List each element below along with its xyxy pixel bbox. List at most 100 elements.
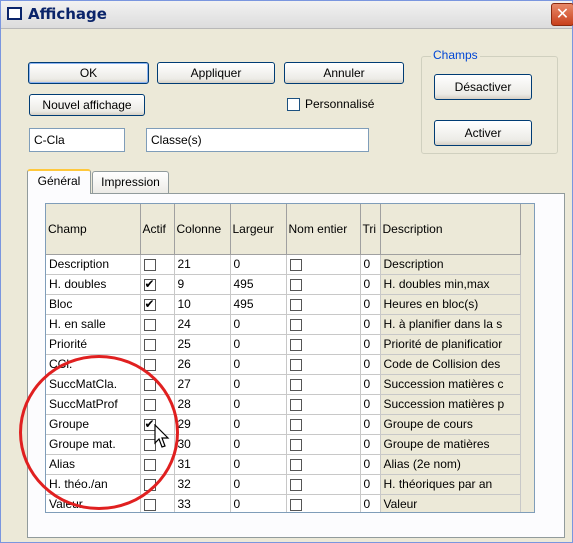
new-view-button[interactable]: Nouvel affichage (29, 94, 145, 116)
cell-colonne[interactable]: 21 (174, 254, 231, 275)
cell-champ[interactable]: Priorité (46, 334, 141, 355)
table-row[interactable]: CCl. 26 0 0 Code de Collision des (46, 354, 521, 375)
cell-colonne[interactable]: 27 (174, 374, 231, 395)
cell-champ[interactable]: Description (46, 254, 141, 275)
table-row[interactable]: Valeur 33 0 0 Valeur (46, 494, 521, 512)
nom-entier-checkbox[interactable] (289, 418, 302, 431)
cell-champ[interactable]: Valeur (46, 494, 141, 512)
personalized-checkbox[interactable] (287, 98, 300, 111)
tab-impression[interactable]: Impression (92, 171, 169, 193)
column-header-description[interactable]: Description (380, 204, 521, 255)
cell-tri[interactable]: 0 (360, 314, 381, 335)
cell-colonne[interactable]: 10 (174, 294, 231, 315)
nom-entier-checkbox[interactable] (289, 478, 302, 491)
cell-champ[interactable]: Bloc (46, 294, 141, 315)
cell-largeur[interactable]: 0 (230, 434, 287, 455)
cell-tri[interactable]: 0 (360, 414, 381, 435)
cell-colonne[interactable]: 29 (174, 414, 231, 435)
table-row[interactable]: H. doubles 9495 0H. doubles min,max (46, 274, 521, 295)
activate-button[interactable]: Activer (434, 120, 532, 146)
cell-tri[interactable]: 0 (360, 374, 381, 395)
actif-checkbox[interactable] (143, 297, 156, 311)
cell-tri[interactable]: 0 (360, 394, 381, 415)
cell-champ[interactable]: Groupe (46, 414, 141, 435)
actif-checkbox[interactable] (143, 277, 156, 291)
cell-largeur[interactable]: 0 (230, 334, 287, 355)
title-bar[interactable]: Affichage ✕ (1, 1, 573, 29)
cell-colonne[interactable]: 9 (174, 274, 231, 295)
cell-champ[interactable]: SuccMatCla. (46, 374, 141, 395)
actif-checkbox[interactable] (143, 417, 156, 431)
ok-button[interactable]: OK (28, 62, 149, 84)
cancel-button[interactable]: Annuler (284, 62, 404, 84)
cell-champ[interactable]: Groupe mat. (46, 434, 141, 455)
cell-colonne[interactable]: 25 (174, 334, 231, 355)
cell-largeur[interactable]: 0 (230, 454, 287, 475)
actif-checkbox[interactable] (143, 258, 156, 271)
cell-tri[interactable]: 0 (360, 334, 381, 355)
cell-colonne[interactable]: 24 (174, 314, 231, 335)
cell-tri[interactable]: 0 (360, 274, 381, 295)
cell-champ[interactable]: H. théo./an (46, 474, 141, 495)
nom-entier-checkbox[interactable] (289, 358, 302, 371)
nom-entier-checkbox[interactable] (289, 298, 302, 311)
column-header-tri[interactable]: Tri (360, 204, 381, 255)
cell-champ[interactable]: H. en salle (46, 314, 141, 335)
cell-largeur[interactable]: 0 (230, 394, 287, 415)
nom-entier-checkbox[interactable] (289, 378, 302, 391)
cell-tri[interactable]: 0 (360, 294, 381, 315)
cell-largeur[interactable]: 495 (230, 274, 287, 295)
deactivate-button[interactable]: Désactiver (434, 74, 532, 100)
table-row[interactable]: SuccMatCla. 27 0 0 Succession matières c (46, 374, 521, 395)
table-row[interactable]: H. théo./an 32 0 0 H. théoriques par an (46, 474, 521, 495)
cell-colonne[interactable]: 32 (174, 474, 231, 495)
actif-checkbox[interactable] (143, 498, 156, 511)
cell-colonne[interactable]: 30 (174, 434, 231, 455)
tab-general[interactable]: Général (27, 169, 91, 194)
name-field[interactable]: Classe(s) (146, 128, 369, 152)
cell-champ[interactable]: Alias (46, 454, 141, 475)
cell-largeur[interactable]: 0 (230, 414, 287, 435)
actif-checkbox[interactable] (143, 358, 156, 371)
cell-tri[interactable]: 0 (360, 254, 381, 275)
nom-entier-checkbox[interactable] (289, 258, 302, 271)
cell-largeur[interactable]: 0 (230, 494, 287, 512)
nom-entier-checkbox[interactable] (289, 318, 302, 331)
nom-entier-checkbox[interactable] (289, 458, 302, 471)
cell-colonne[interactable]: 28 (174, 394, 231, 415)
nom-entier-checkbox[interactable] (289, 338, 302, 351)
cell-largeur[interactable]: 0 (230, 314, 287, 335)
close-button[interactable]: ✕ (551, 3, 573, 26)
cell-tri[interactable]: 0 (360, 354, 381, 375)
actif-checkbox[interactable] (143, 378, 156, 391)
apply-button[interactable]: Appliquer (157, 62, 275, 84)
table-row[interactable]: Bloc 10495 0Heures en bloc(s) (46, 294, 521, 315)
cell-largeur[interactable]: 495 (230, 294, 287, 315)
nom-entier-checkbox[interactable] (289, 498, 302, 511)
table-row[interactable]: H. en salle 24 0 0 H. à planifier dans la s (46, 314, 521, 335)
table-row[interactable]: Groupe2900Groupe de cours (46, 414, 521, 435)
code-field[interactable]: C-Cla (29, 128, 125, 152)
cell-colonne[interactable]: 26 (174, 354, 231, 375)
nom-entier-checkbox[interactable] (289, 398, 302, 411)
table-row[interactable]: Groupe mat. 30 0 0 Groupe de matières (46, 434, 521, 455)
cell-colonne[interactable]: 33 (174, 494, 231, 512)
nom-entier-checkbox[interactable] (289, 278, 302, 291)
actif-checkbox[interactable] (143, 398, 156, 411)
nom-entier-checkbox[interactable] (289, 438, 302, 451)
cell-colonne[interactable]: 31 (174, 454, 231, 475)
table-row[interactable]: Alias 31 0 0 Alias (2e nom) (46, 454, 521, 475)
cell-tri[interactable]: 0 (360, 434, 381, 455)
cell-tri[interactable]: 0 (360, 474, 381, 495)
cell-champ[interactable]: CCl. (46, 354, 141, 375)
cell-largeur[interactable]: 0 (230, 474, 287, 495)
actif-checkbox[interactable] (143, 338, 156, 351)
actif-checkbox[interactable] (143, 478, 156, 491)
actif-checkbox[interactable] (143, 438, 156, 451)
column-header-actif[interactable]: Actif (140, 204, 175, 255)
cell-largeur[interactable]: 0 (230, 374, 287, 395)
table-row[interactable]: Priorité 25 0 0 Priorité de planificatior (46, 334, 521, 355)
cell-largeur[interactable]: 0 (230, 354, 287, 375)
column-header-champ[interactable]: Champ (46, 204, 141, 255)
actif-checkbox[interactable] (143, 318, 156, 331)
